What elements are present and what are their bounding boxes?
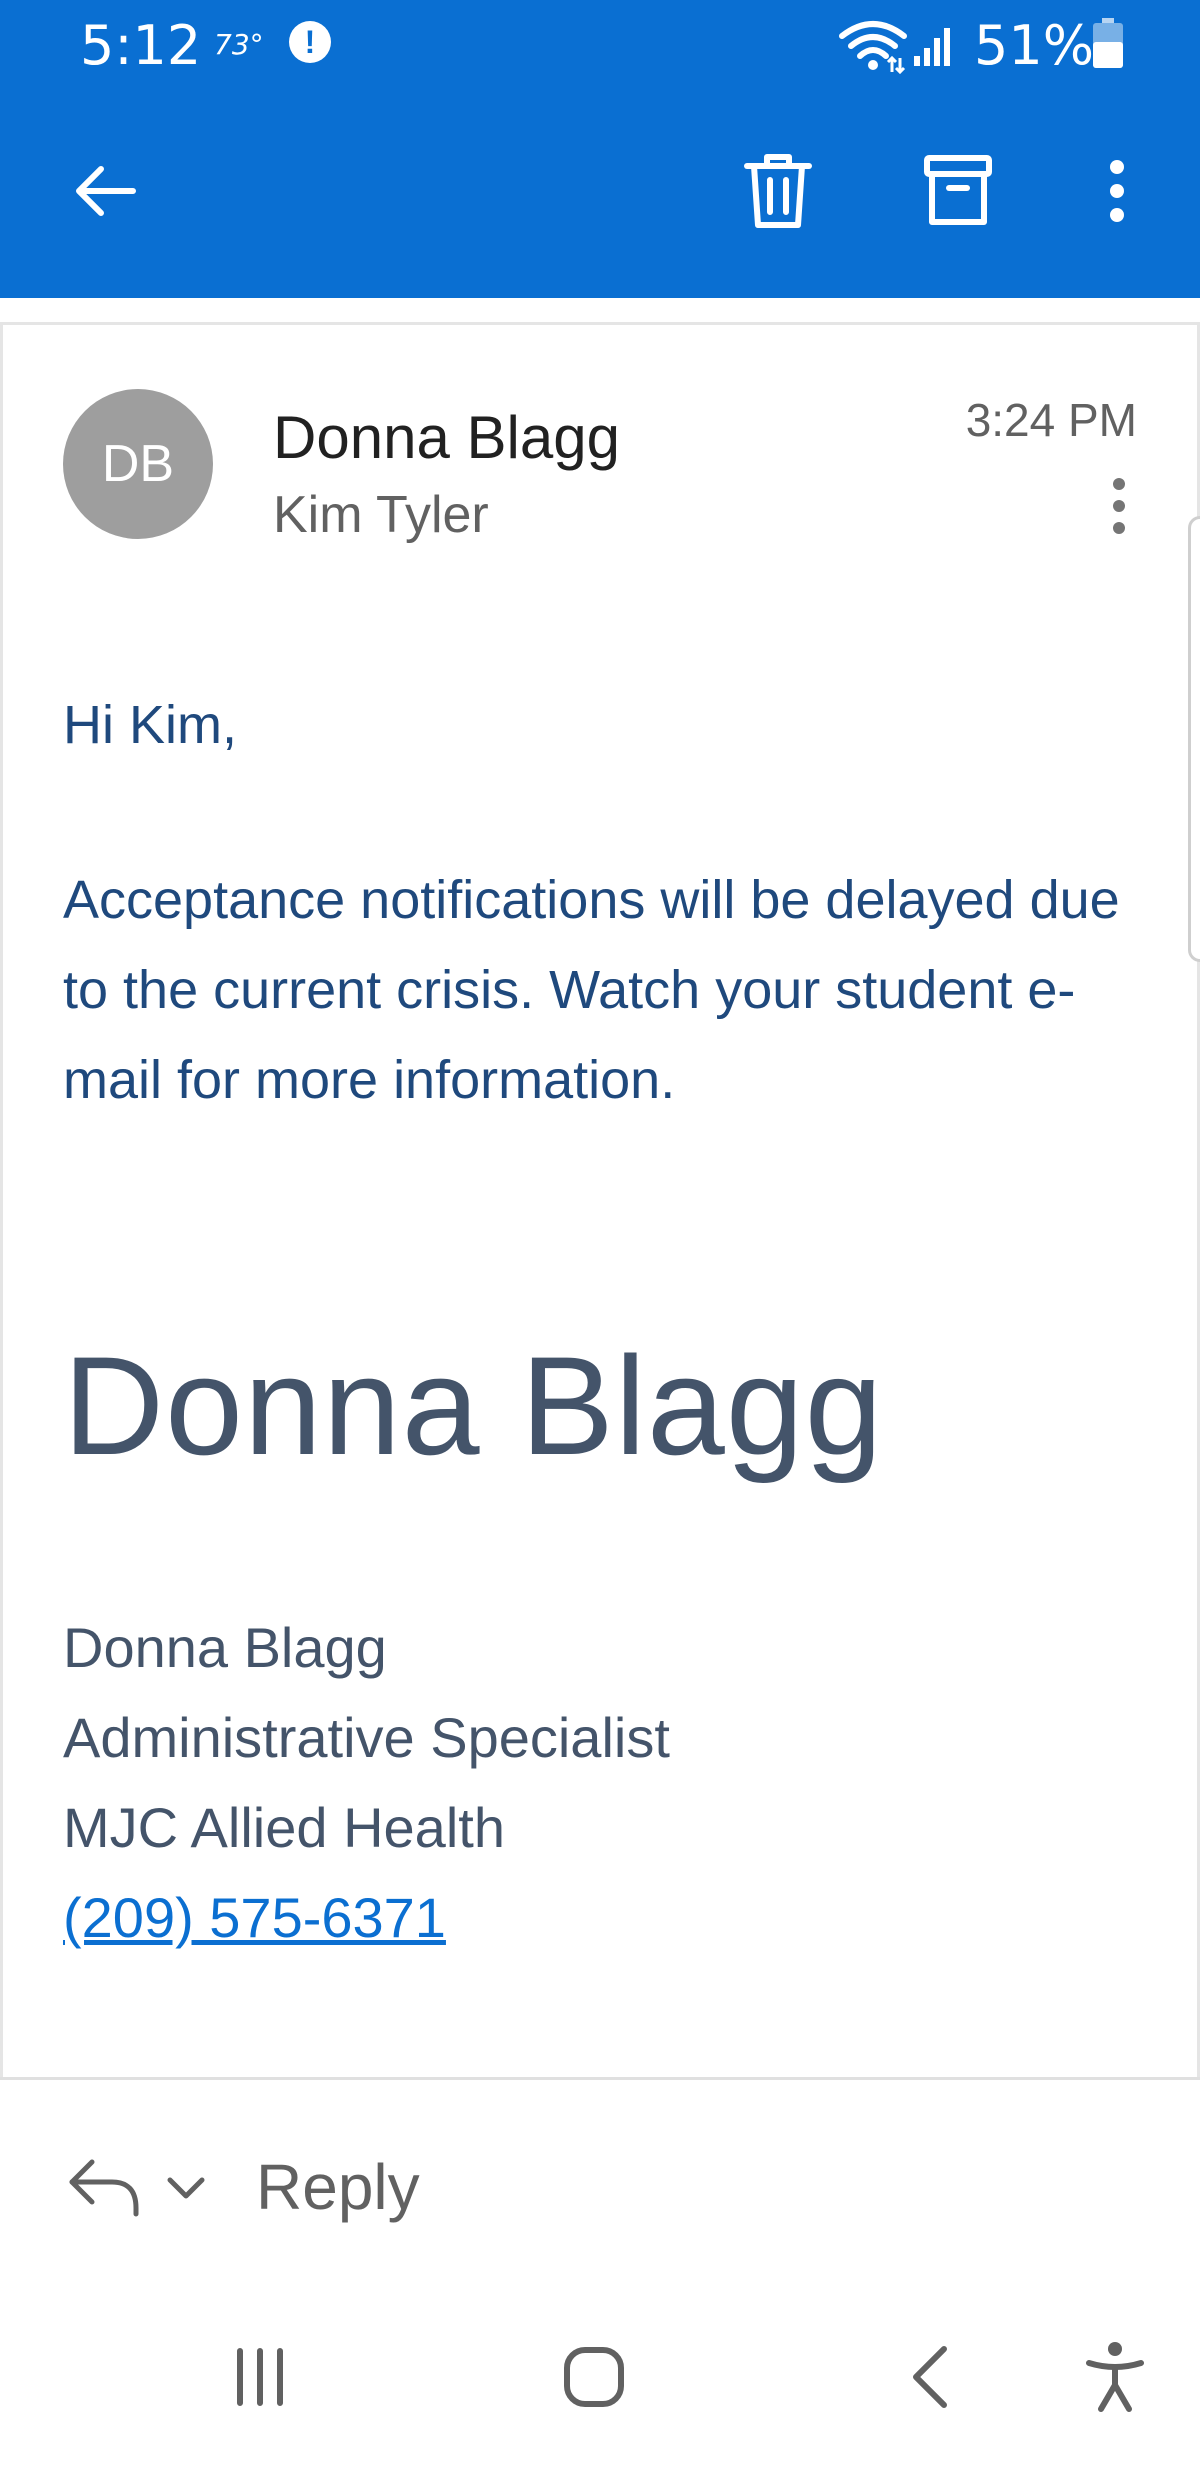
message-more-button[interactable]: [1099, 471, 1139, 541]
signature-display-name: Donna Blagg: [63, 1327, 884, 1484]
back-button[interactable]: [60, 146, 150, 236]
signature-organization: MJC Allied Health: [63, 1796, 505, 1859]
archive-icon: [924, 155, 992, 225]
trash-icon: [744, 154, 812, 228]
more-options-button[interactable]: [1072, 146, 1162, 236]
home-icon: [564, 2347, 624, 2407]
wifi-icon: [839, 21, 907, 74]
signature-title: Administrative Specialist: [63, 1706, 670, 1769]
alert-icon: !: [289, 21, 331, 63]
sender-name[interactable]: Donna Blagg: [273, 403, 620, 472]
signature-name: Donna Blagg: [63, 1616, 387, 1679]
back-arrow-icon: [76, 166, 136, 216]
recent-apps-icon: [237, 2348, 283, 2406]
chevron-down-icon[interactable]: [164, 2168, 208, 2208]
more-vertical-icon: [1110, 160, 1124, 222]
more-vertical-icon: [1113, 478, 1125, 534]
accessibility-icon: [1086, 2342, 1144, 2412]
app-header: 5:12 73° ! 51%: [0, 0, 1200, 298]
message-greeting: Hi Kim,: [63, 695, 237, 755]
recent-apps-button[interactable]: [220, 2337, 300, 2417]
message-body: Acceptance notifications will be delayed…: [63, 870, 1120, 1110]
reply-button[interactable]: Reply: [256, 2150, 420, 2224]
status-temperature: 73°: [214, 28, 264, 61]
home-button[interactable]: [554, 2337, 634, 2417]
accessibility-button[interactable]: [1075, 2337, 1155, 2417]
nav-back-button[interactable]: [890, 2337, 970, 2417]
archive-button[interactable]: [913, 146, 1003, 236]
battery-percent: 51%: [974, 14, 1095, 77]
message-card: DB Donna Blagg Kim Tyler 3:24 PM Hi Kim,…: [0, 322, 1200, 2077]
battery-icon: [1093, 18, 1123, 68]
message-time: 3:24 PM: [965, 394, 1137, 446]
signature-phone-link[interactable]: (209) 575-6371: [63, 1885, 446, 1950]
signal-icon: [914, 28, 950, 66]
scrollbar-handle[interactable]: [1188, 516, 1200, 962]
nav-back-icon: [913, 2346, 947, 2408]
avatar[interactable]: DB: [63, 389, 213, 539]
status-time: 5:12: [80, 14, 202, 77]
recipient-name[interactable]: Kim Tyler: [273, 485, 489, 545]
reply-icon[interactable]: [66, 2154, 142, 2220]
delete-button[interactable]: [733, 146, 823, 236]
status-bar: 5:12 73° ! 51%: [0, 0, 1200, 96]
system-nav-bar: [0, 2292, 1200, 2467]
reply-bar[interactable]: Reply: [0, 2077, 1200, 2292]
